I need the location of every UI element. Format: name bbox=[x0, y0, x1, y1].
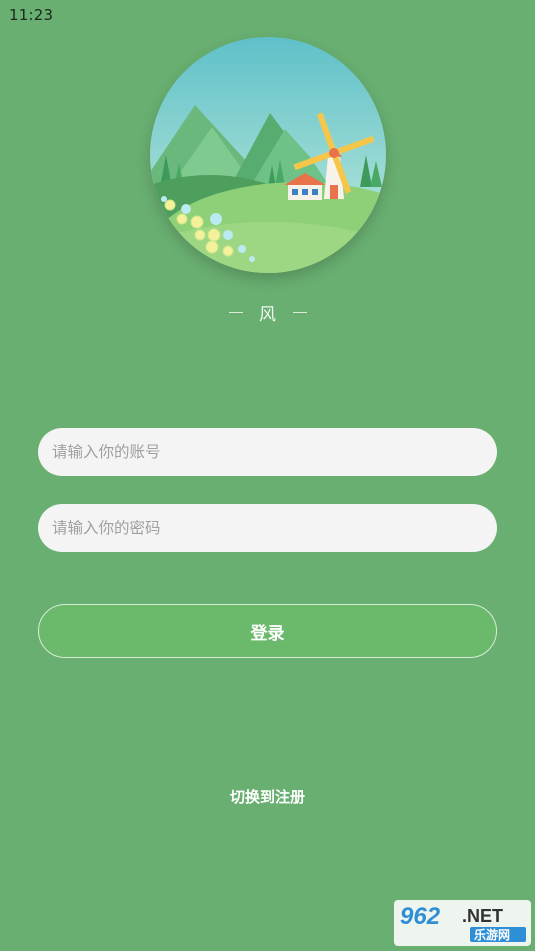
left-divider bbox=[228, 311, 243, 313]
status-bar: 11:23 bbox=[0, 0, 535, 30]
account-input[interactable] bbox=[38, 428, 497, 476]
status-time: 11:23 bbox=[9, 6, 54, 24]
site-watermark-logo: 962 .NET 乐游网 bbox=[394, 900, 531, 946]
watermark-subtitle: 乐游网 bbox=[474, 927, 510, 942]
watermark-brand: 962 bbox=[400, 903, 441, 930]
app-name-row: 风 bbox=[0, 298, 535, 326]
password-input[interactable] bbox=[38, 504, 497, 552]
switch-to-register-link[interactable]: 切换到注册 bbox=[0, 786, 535, 808]
windmill-landscape-image bbox=[150, 37, 386, 273]
app-name: 风 bbox=[259, 304, 276, 325]
login-button[interactable]: 登录 bbox=[38, 604, 497, 658]
watermark-image: 962 .NET 乐游网 bbox=[394, 900, 531, 946]
right-divider bbox=[292, 311, 307, 313]
hero-illustration bbox=[150, 37, 386, 273]
watermark-suffix: .NET bbox=[462, 906, 503, 926]
